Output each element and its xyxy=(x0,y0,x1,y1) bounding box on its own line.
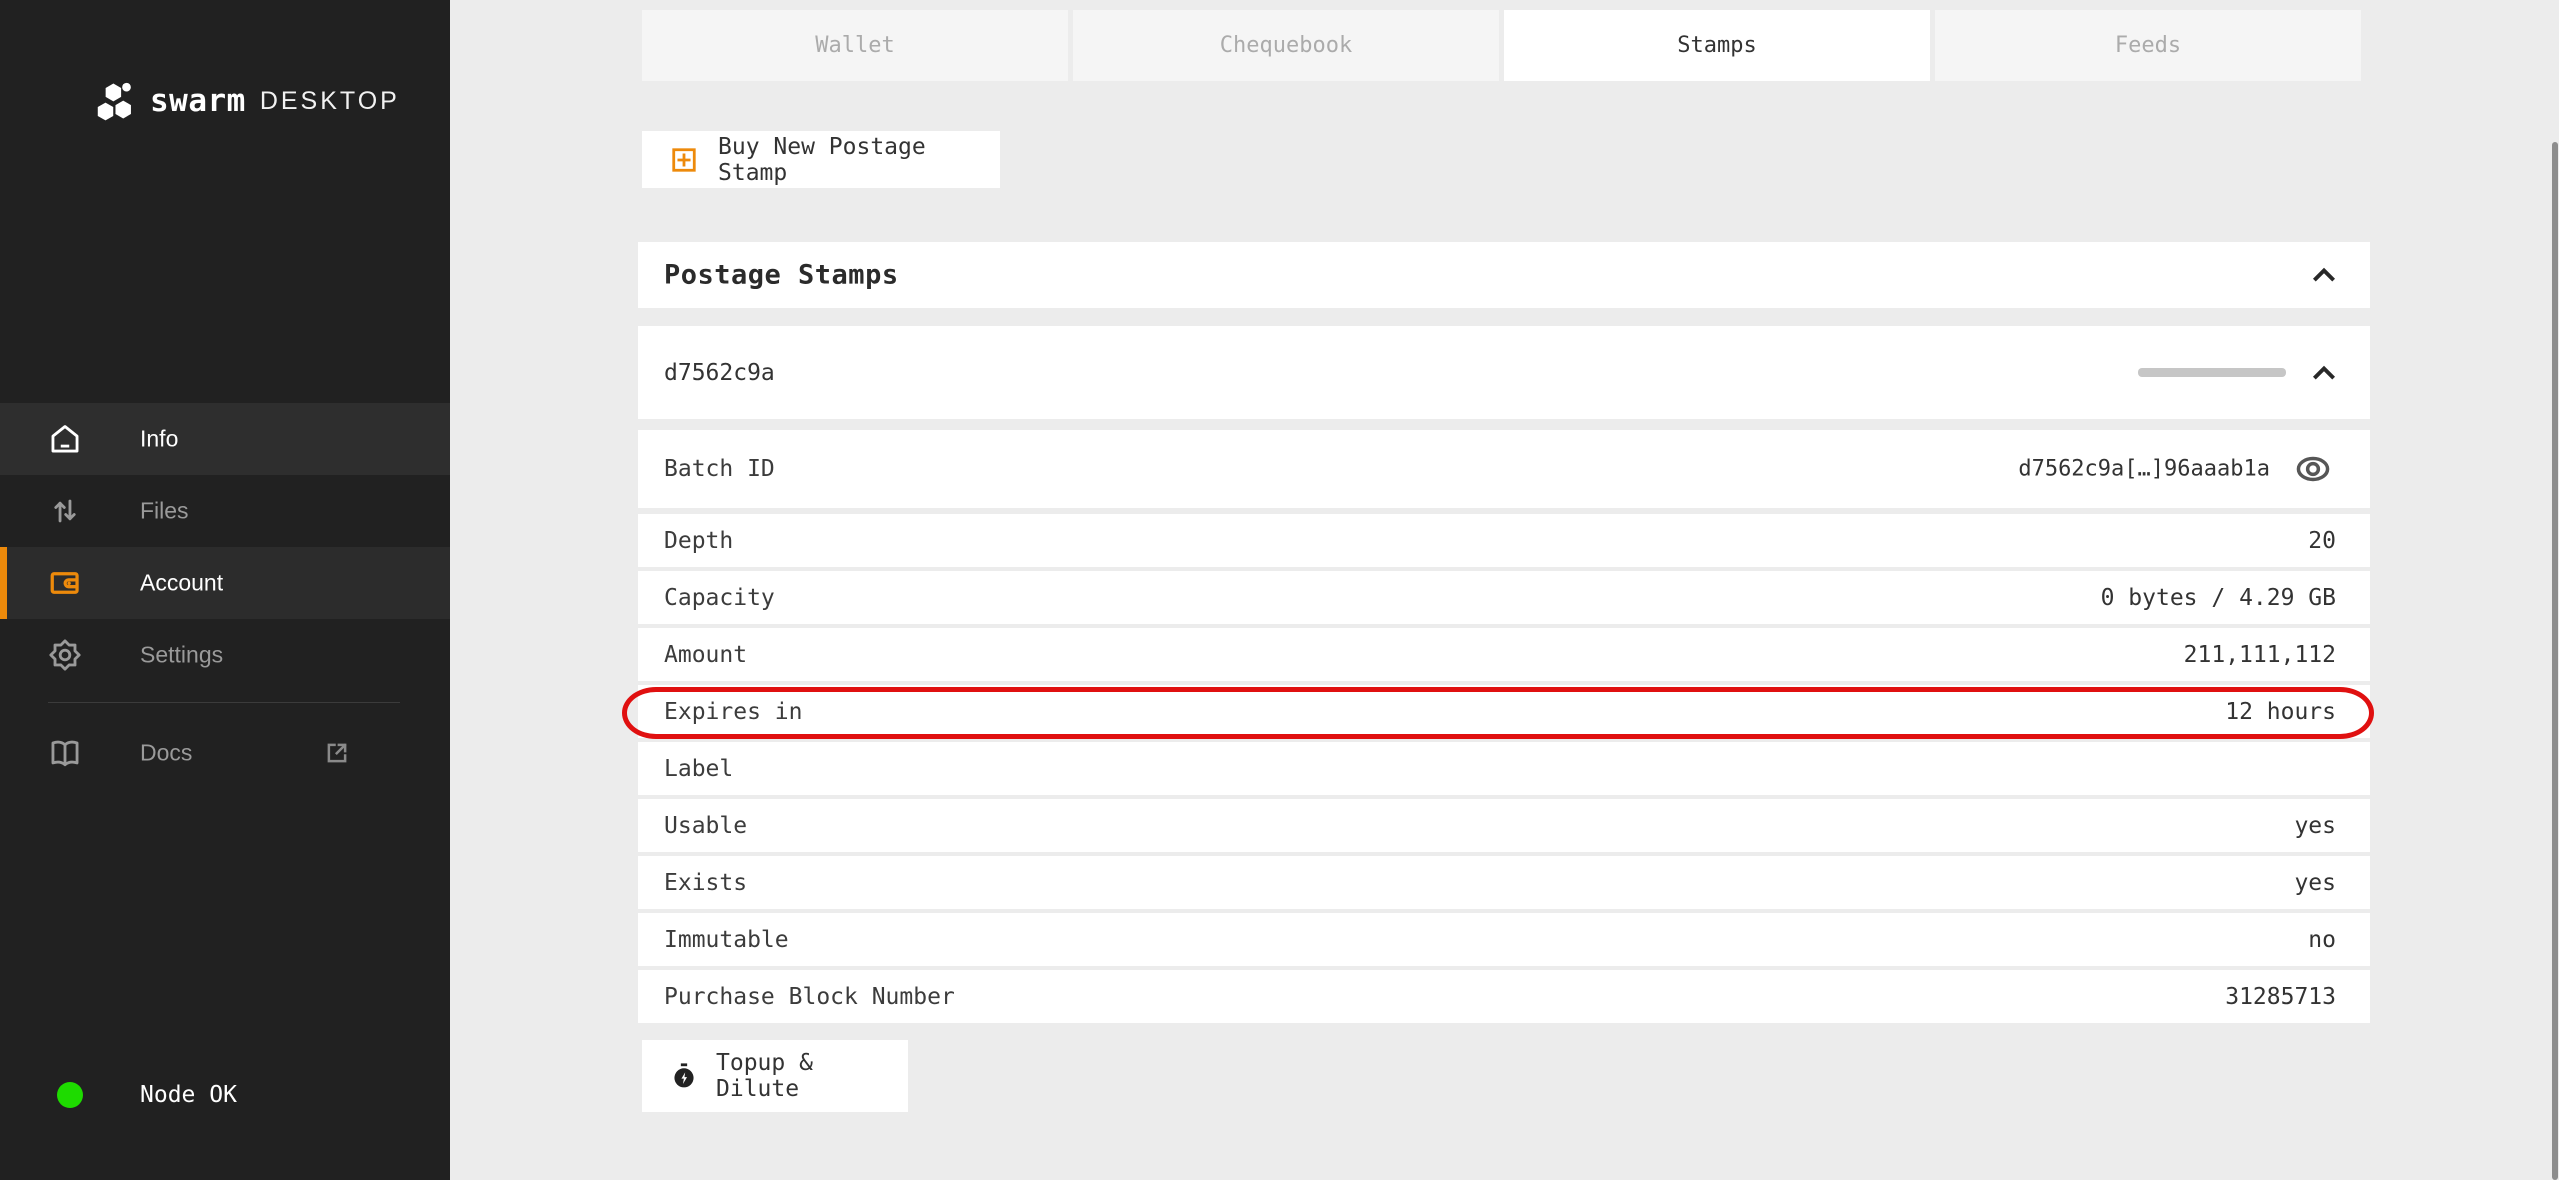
main-content: Wallet Chequebook Stamps Feeds Buy New P… xyxy=(450,0,2559,1180)
topup-dilute-button[interactable]: Topup & Dilute xyxy=(642,1040,908,1112)
postage-stamps-title: Postage Stamps xyxy=(664,260,899,291)
sidebar-item-label: Settings xyxy=(140,642,223,669)
table-row-exists: Exists yes xyxy=(638,856,2370,909)
app-logo: swarm DESKTOP xyxy=(96,80,400,122)
tab-wallet[interactable]: Wallet xyxy=(642,10,1068,81)
chevron-up-icon[interactable] xyxy=(2306,355,2342,391)
topup-button-label: Topup & Dilute xyxy=(716,1050,908,1102)
table-row-capacity: Capacity 0 bytes / 4.29 GB xyxy=(638,571,2370,624)
table-row-immutable: Immutable no xyxy=(638,913,2370,966)
tab-stamps[interactable]: Stamps xyxy=(1504,10,1930,81)
active-nav-indicator xyxy=(0,547,7,619)
node-status: Node OK xyxy=(0,1069,450,1121)
timer-icon xyxy=(670,1062,698,1090)
node-status-label: Node OK xyxy=(140,1082,237,1108)
chevron-up-icon[interactable] xyxy=(2306,257,2342,293)
logo-brand-text: swarm xyxy=(150,83,246,119)
book-icon xyxy=(48,736,82,770)
postage-stamps-header-card: Postage Stamps xyxy=(638,242,2370,308)
home-icon xyxy=(48,422,82,456)
swarm-hexagons-icon xyxy=(96,80,136,122)
table-row-usable: Usable yes xyxy=(638,799,2370,852)
sidebar-item-info[interactable]: Info xyxy=(0,403,450,475)
external-link-icon xyxy=(322,738,352,768)
table-row-expires-in: Expires in 12 hours xyxy=(638,685,2370,738)
batch-id-row: Batch ID d7562c9a[…]96aaab1a xyxy=(638,430,2370,508)
wallet-icon xyxy=(48,566,82,600)
node-status-green-dot xyxy=(57,1082,83,1108)
logo-product-text: DESKTOP xyxy=(260,87,400,116)
stamp-name: d7562c9a xyxy=(664,360,775,386)
gear-icon xyxy=(48,638,82,672)
eye-icon[interactable] xyxy=(2294,450,2332,488)
buy-button-label: Buy New Postage Stamp xyxy=(718,134,1000,186)
plus-square-icon xyxy=(670,146,698,174)
sidebar-divider xyxy=(48,702,400,703)
table-row-amount: Amount 211,111,112 xyxy=(638,628,2370,681)
sidebar-item-label: Files xyxy=(140,498,189,525)
tab-feeds[interactable]: Feeds xyxy=(1935,10,2361,81)
sidebar-item-label: Docs xyxy=(140,740,192,767)
table-row-purchase-block-number: Purchase Block Number 31285713 xyxy=(638,970,2370,1023)
batch-id-label: Batch ID xyxy=(664,456,775,482)
stamp-header-row[interactable]: d7562c9a xyxy=(638,326,2370,419)
sidebar-item-label: Info xyxy=(140,426,178,453)
sidebar-item-files[interactable]: Files xyxy=(0,475,450,547)
stamp-progress-bar xyxy=(2138,368,2286,377)
sidebar-item-docs[interactable]: Docs xyxy=(0,717,450,789)
sidebar-item-settings[interactable]: Settings xyxy=(0,619,450,691)
tab-chequebook[interactable]: Chequebook xyxy=(1073,10,1499,81)
sidebar: swarm DESKTOP Info Files Account xyxy=(0,0,450,1180)
sidebar-item-account[interactable]: Account xyxy=(0,547,450,619)
table-row-depth: Depth 20 xyxy=(638,514,2370,567)
batch-id-value: d7562c9a[…]96aaab1a xyxy=(2018,457,2270,482)
table-row-label: Label xyxy=(638,742,2370,795)
sidebar-item-label: Account xyxy=(140,570,223,597)
vertical-scrollbar-thumb[interactable] xyxy=(2552,142,2558,1180)
buy-new-postage-stamp-button[interactable]: Buy New Postage Stamp xyxy=(642,131,1000,188)
stamp-detail-table: Depth 20 Capacity 0 bytes / 4.29 GB Amou… xyxy=(638,514,2370,1027)
tab-bar: Wallet Chequebook Stamps Feeds xyxy=(642,10,2361,81)
transfer-arrows-icon xyxy=(48,494,82,528)
